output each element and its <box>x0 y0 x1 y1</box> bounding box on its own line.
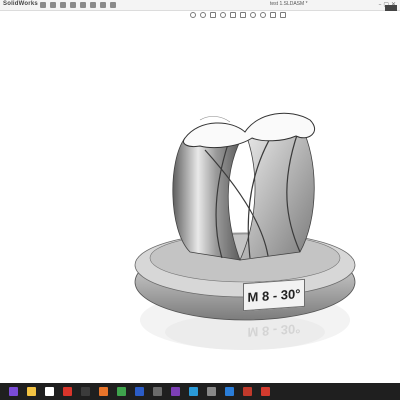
zoom-area-icon[interactable] <box>200 12 206 18</box>
app-icon[interactable] <box>81 387 90 396</box>
taskbar <box>0 383 400 400</box>
print-icon[interactable] <box>70 2 76 8</box>
document-title: test 1.SLDASM * <box>270 1 308 7</box>
start-icon[interactable] <box>9 387 18 396</box>
hide-show-items-icon[interactable] <box>250 12 256 18</box>
onenote-icon[interactable] <box>171 387 180 396</box>
apply-scene-icon[interactable] <box>270 12 276 18</box>
twisted-part-model <box>134 112 356 350</box>
pdf-icon[interactable] <box>63 387 72 396</box>
save-icon[interactable] <box>60 2 66 8</box>
rebuild-icon[interactable] <box>100 2 106 8</box>
label-reflection: M 8 - 30° <box>243 318 305 344</box>
title-bar: SolidWorks test 1.SLDASM * – ▢ ✕ <box>0 0 400 11</box>
select-icon[interactable] <box>90 2 96 8</box>
calculator-icon[interactable] <box>153 387 162 396</box>
undo-icon[interactable] <box>80 2 86 8</box>
app3-icon[interactable] <box>243 387 252 396</box>
firefox-icon[interactable] <box>99 387 108 396</box>
mail-icon[interactable] <box>225 387 234 396</box>
label-text: M 8 - 30° <box>247 285 301 305</box>
app2-icon[interactable] <box>207 387 216 396</box>
edge-icon[interactable] <box>189 387 198 396</box>
solidworks-icon[interactable] <box>261 387 270 396</box>
section-view-icon[interactable] <box>220 12 226 18</box>
display-style-icon[interactable] <box>240 12 246 18</box>
options-icon[interactable] <box>110 2 116 8</box>
app-logo: SolidWorks <box>3 1 38 7</box>
heads-up-view-toolbar <box>190 11 286 19</box>
previous-view-icon[interactable] <box>210 12 216 18</box>
twist-lobe-left <box>172 131 246 261</box>
clock-icon[interactable] <box>385 5 397 11</box>
view-settings-icon[interactable] <box>280 12 286 18</box>
graphics-viewport[interactable]: M 8 - 30° M 8 - 30° <box>0 20 400 383</box>
open-file-icon[interactable] <box>50 2 56 8</box>
label-reflection-text: M 8 - 30° <box>247 321 301 341</box>
zoom-to-fit-icon[interactable] <box>190 12 196 18</box>
file-explorer-icon[interactable] <box>27 387 36 396</box>
chrome-icon[interactable] <box>117 387 126 396</box>
new-file-icon[interactable] <box>40 2 46 8</box>
photos-icon[interactable] <box>135 387 144 396</box>
edit-appearance-icon[interactable] <box>260 12 266 18</box>
view-orientation-icon[interactable] <box>230 12 236 18</box>
label-plate: M 8 - 30° <box>243 278 305 312</box>
calendar-icon[interactable] <box>45 387 54 396</box>
top-profile-detail <box>199 116 231 123</box>
